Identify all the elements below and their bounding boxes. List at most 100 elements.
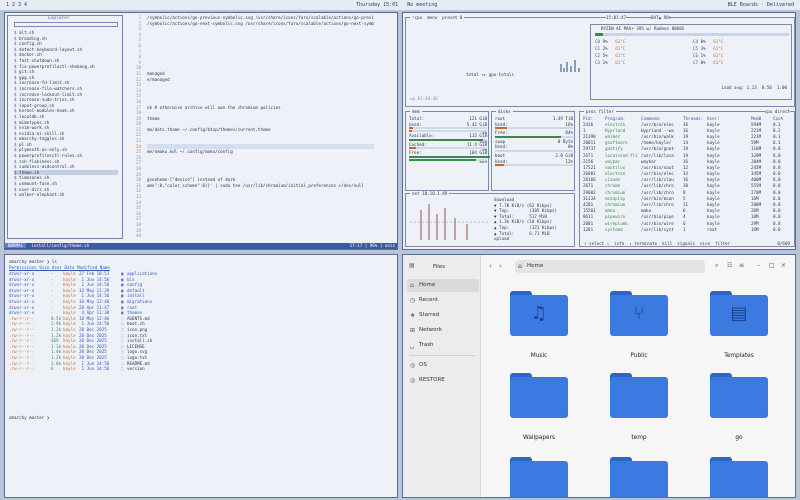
terminal-window[interactable]: omarchy master ❯ ls Permissions Size Use… — [4, 254, 398, 498]
close-icon[interactable]: × — [781, 262, 786, 269]
proc-cell: /usr/lib/chro — [641, 183, 674, 189]
proc-cell: /usr/lib/chro — [641, 202, 674, 208]
minimize-icon[interactable]: – — [757, 262, 760, 269]
sidebar-item-home[interactable]: ⌂ Home — [407, 279, 479, 292]
folder-icon[interactable]: ⑂ — [610, 291, 668, 336]
workspace-indicator[interactable]: 1 2 3 4 — [6, 0, 27, 10]
net-stat-row: upload — [494, 236, 510, 242]
explorer-file-name: ssh-flakiness.sh — [19, 158, 60, 164]
proc-cell: 0.0 — [773, 177, 781, 183]
folder-icon[interactable] — [510, 457, 568, 497]
folder-icon[interactable]: ♫ — [510, 291, 568, 336]
files-sidebar: Files ▤ ⌂ Home ◷ Recent ★ Starred ⊞ Network ␣ Tra… — [403, 255, 481, 497]
proc-cell: Hyprland --wa — [641, 127, 674, 133]
explorer-file-name: sudoless-asdcontrol.sh — [19, 164, 75, 170]
proc-cell: /usr/bin/elec — [641, 171, 674, 177]
folder-name[interactable]: temp — [599, 435, 679, 441]
code-area[interactable]: /symbolic/actions/go-previous-symbolic.s… — [147, 15, 374, 188]
clock[interactable]: Thursday 15:01 No meeting — [356, 0, 437, 10]
proc-filter[interactable]: filter — [599, 109, 614, 114]
proc-cell: 21198 — [583, 133, 596, 139]
proc-sort[interactable]: cpu direct — [764, 109, 790, 115]
code-line: /symbolic/actions/go-next-symbolic.svg /… — [147, 20, 374, 26]
core-temp: 61°C — [607, 39, 626, 44]
core-temp: 61°C — [607, 53, 626, 58]
folder-icon[interactable] — [610, 373, 668, 418]
starred-icon: ★ — [410, 312, 416, 319]
cpu-total-bar — [595, 33, 789, 36]
trash-icon: ␣ — [410, 342, 414, 349]
back-icon[interactable]: ‹ — [489, 262, 492, 270]
maximize-icon[interactable]: □ — [769, 262, 775, 269]
proc-cell: 1 — [683, 226, 686, 232]
folder-name[interactable]: Templates — [699, 353, 779, 359]
explorer-file-name: powerprofilesctl-rules.sh — [19, 153, 83, 159]
files-app-title: Files — [433, 264, 446, 270]
proc-count: 0/609 — [777, 241, 790, 247]
sidebar-device-restore[interactable]: ◎ RESTORE — [407, 374, 479, 387]
explorer-file-item[interactable]: $ walker-elephant.sh — [14, 192, 118, 198]
proc-cell: 0.0 — [773, 220, 781, 226]
usage-bar — [409, 130, 487, 133]
explorer-file-name: kernel-modules-hook.sh — [19, 108, 75, 114]
usage-bar — [495, 149, 573, 152]
proc-footer[interactable]: ↑ select ↓ info ↓ terminate kill signals… — [584, 241, 730, 247]
ls-name[interactable]: version — [127, 366, 145, 372]
core-temp: 61°C — [607, 46, 626, 51]
proc-box-label: proc filter — [584, 109, 616, 114]
explorer-file-name: fast-shutdown.sh — [19, 57, 60, 63]
explorer-search-input[interactable] — [14, 22, 118, 27]
proc-cell: localsend-fli — [605, 152, 638, 158]
editor-window[interactable]: Explorer $ alt.sh $ branding.sh $ config.s… — [4, 12, 398, 250]
code-line: /symbolic/actions/go-previous-symbolic.s… — [147, 15, 374, 20]
proc-cell: /usr/bin/elec — [641, 121, 674, 127]
folder-icon[interactable] — [610, 457, 668, 497]
folder-icon[interactable] — [510, 373, 568, 418]
sidebar-toggle-icon[interactable]: ▤ — [409, 262, 415, 269]
proc-cell: kayle — [707, 195, 720, 201]
explorer-file-name: localdb.sh — [19, 113, 45, 119]
folder-icon[interactable] — [710, 457, 768, 497]
uptime: up 01:48:46 — [410, 96, 438, 101]
folder-name[interactable]: Public — [599, 353, 679, 359]
search-icon[interactable]: ⌕ — [715, 262, 718, 270]
proc-cell: chromium — [605, 189, 626, 195]
proc-cell: 0.0 — [773, 152, 781, 158]
cpu-core-row: C1 2% 61°C — [595, 46, 625, 52]
files-window[interactable]: Files ▤ ⌂ Home ◷ Recent ★ Starred ⊞ Network ␣ Tra… — [402, 254, 796, 498]
proc-cell: 0.1 — [773, 140, 781, 146]
proc-cell: kayle — [707, 214, 720, 220]
sidebar-item-trash[interactable]: ␣ Trash — [407, 339, 479, 352]
sidebar-item-label: RESTORE — [419, 377, 445, 383]
folder-name[interactable]: Wallpapers — [499, 435, 579, 441]
btop-window[interactable]: ¹cpu menu preset 0 15:01:47 BAT▲ 96% tot… — [402, 12, 796, 250]
sidebar-item-recent[interactable]: ◷ Recent — [407, 294, 479, 307]
battery-status: BAT▲ 96% — [651, 15, 672, 21]
folder-icon[interactable]: ▤ — [710, 291, 768, 336]
sidebar-item-label: Network — [419, 327, 442, 333]
proc-cell: 36 — [683, 121, 689, 127]
proc-cell: 33 — [683, 171, 689, 177]
terminal-prompt-current[interactable]: omarchy master ❯ — [9, 415, 49, 421]
path-bar[interactable]: ⌂ Home — [515, 260, 705, 273]
sidebar-item-network[interactable]: ⊞ Network — [407, 324, 479, 337]
folder-name[interactable]: go — [699, 435, 779, 441]
proc-cell: 0.0 — [773, 214, 781, 220]
stat-label: swap — [495, 138, 506, 144]
menu-icon[interactable]: ≡ — [739, 262, 744, 269]
forward-icon[interactable]: › — [499, 262, 502, 270]
usage-bar — [495, 164, 573, 167]
proc-cell: /usr/bin/gnot — [641, 146, 674, 152]
sidebar-device-os[interactable]: ◎ OS — [407, 359, 479, 372]
stat-label: boot — [495, 152, 506, 158]
ls-perm: .rw-r--r-- — [9, 366, 35, 372]
proc-cell: kayle — [707, 208, 720, 214]
folder-icon[interactable] — [710, 373, 768, 418]
folder-name[interactable]: Music — [499, 353, 579, 359]
status-tray[interactable]: BLE Boards · Delivered — [728, 0, 794, 10]
proc-cell: kayle — [707, 183, 720, 189]
sidebar-item-starred[interactable]: ★ Starred — [407, 309, 479, 322]
proc-cell: /usr/lib/clau — [641, 177, 674, 183]
view-toggle-icon[interactable]: ☷ — [727, 262, 732, 269]
cpu-box: ¹cpu menu preset 0 15:01:47 BAT▲ 96% tot… — [405, 15, 795, 107]
